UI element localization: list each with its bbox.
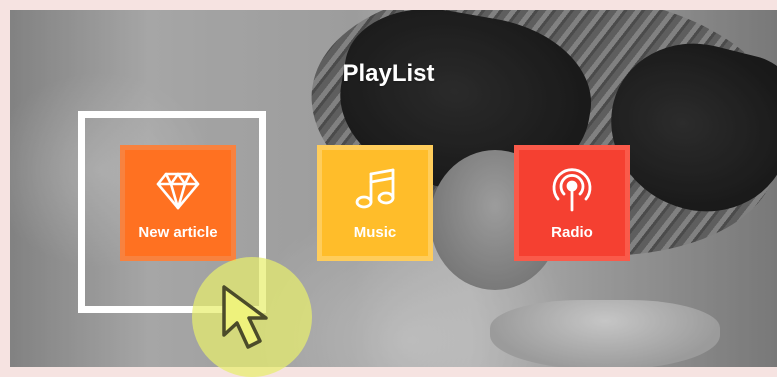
music-note-icon (355, 168, 395, 209)
playlist-title: PlayList (342, 60, 435, 87)
music-label: Music (353, 224, 397, 241)
radio-tile[interactable]: Radio (514, 145, 630, 261)
new-article-tile[interactable]: New article (120, 145, 236, 261)
diamond-icon (156, 172, 200, 210)
radio-label: Radio (551, 224, 593, 241)
radio-broadcast-icon (552, 168, 592, 212)
new-article-label: New article (138, 224, 218, 241)
music-tile[interactable]: Music (317, 145, 433, 261)
background-photo-detail (490, 300, 720, 367)
